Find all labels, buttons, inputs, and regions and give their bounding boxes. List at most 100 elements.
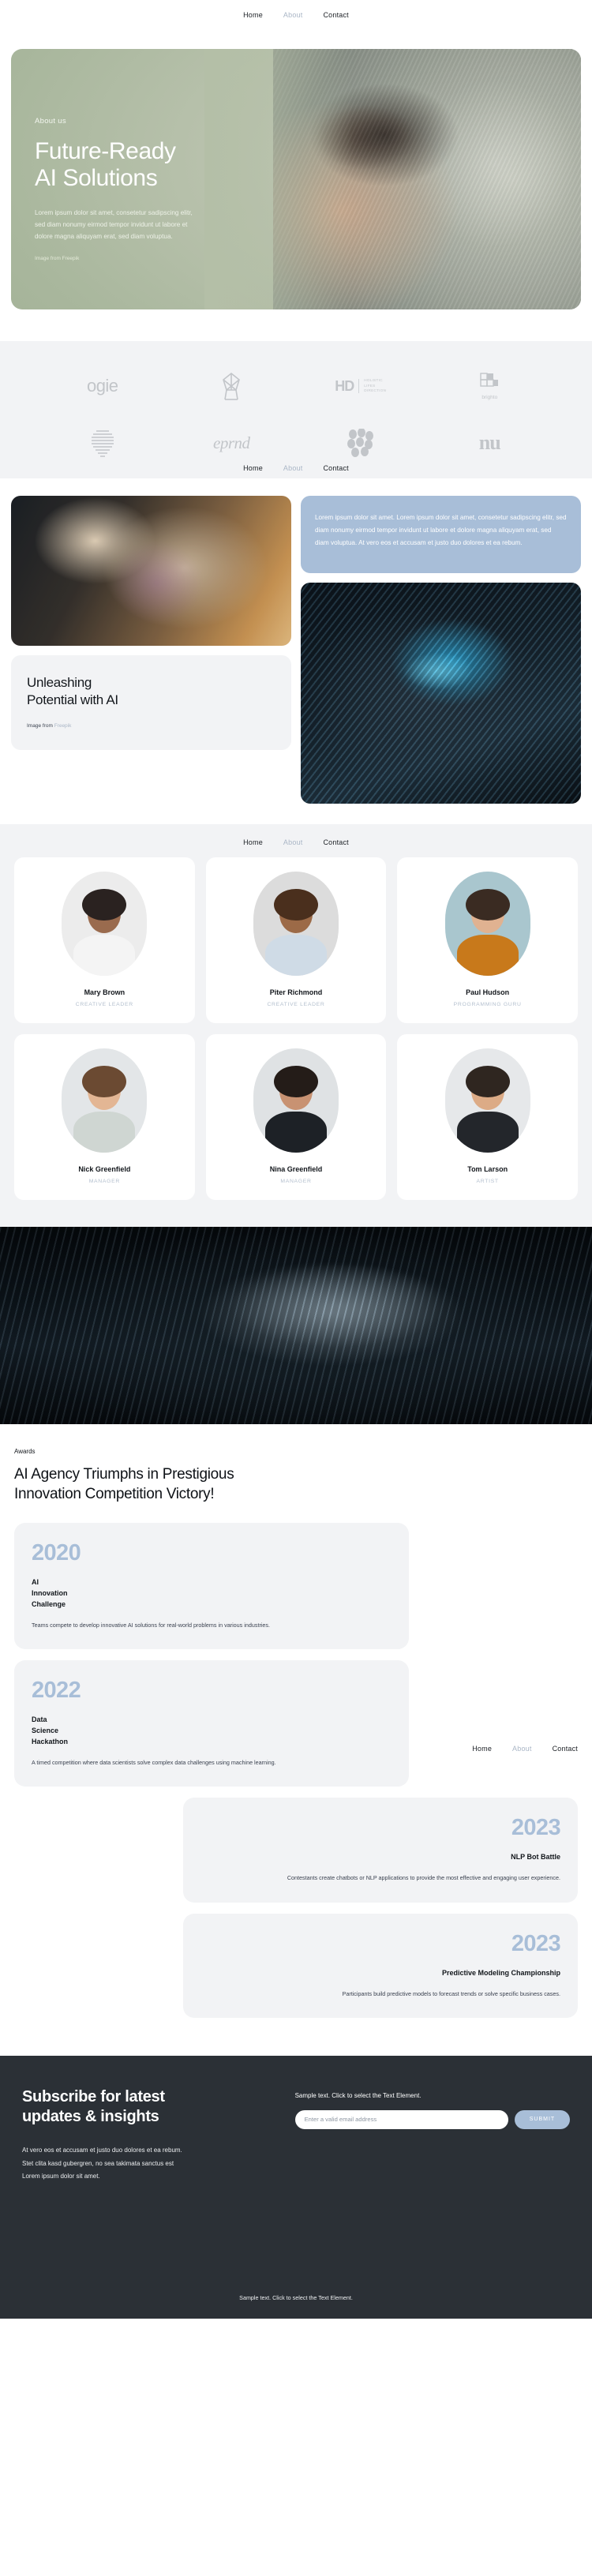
submit-button[interactable]: SUBMIT (515, 2109, 570, 2129)
logo-ogie-label: ogie (86, 376, 118, 396)
team-navigation: Home About Contact (0, 838, 592, 846)
award-description: Teams compete to develop innovative AI s… (32, 1621, 271, 1629)
nav-link-home[interactable]: Home (243, 11, 263, 19)
logo-flower-mark (215, 368, 247, 404)
awards-title: AI Agency Triumphs in Prestigious Innova… (14, 1464, 578, 1504)
award-description: A timed competition where data scientist… (32, 1759, 276, 1767)
footer-text-line-3: Lorem ipsum dolor sit amet. (22, 2173, 100, 2180)
hero-image-credit: Image from Freepik (35, 256, 80, 262)
navbar: Home About Contact (0, 838, 592, 846)
team-member-role: CREATIVE LEADER (267, 1002, 325, 1007)
team-member-role: CREATIVE LEADER (75, 1002, 133, 1007)
nav-link-home[interactable]: Home (472, 1745, 492, 1753)
team-member-card[interactable]: Nina Greenfield MANAGER (205, 1034, 387, 1200)
logo-ogie: ogie (87, 368, 118, 404)
nav-link-about[interactable]: About (512, 1745, 532, 1753)
nav-link-contact[interactable]: Contact (323, 464, 348, 472)
footer-title: Subscribe for latest updates & insights (22, 2087, 276, 2127)
team-member-role: ARTIST (476, 1179, 499, 1184)
showcase-text-card: Lorem ipsum dolor sit amet. Lorem ipsum … (301, 496, 581, 573)
award-card: 2022 Data Science Hackathon A timed comp… (14, 1660, 409, 1787)
avatar-body (73, 1112, 136, 1153)
logo-grid: ogie HD HOLISTIC LIFES DIRECTION brighto… (0, 368, 592, 461)
logo-hd-subtitle: HOLISTIC LIFES DIRECTION (364, 377, 387, 393)
avatar (62, 1048, 148, 1153)
nav-link-home[interactable]: Home (243, 838, 263, 846)
logo-cloud-section: ogie HD HOLISTIC LIFES DIRECTION brighto… (0, 341, 592, 478)
striped-circle-icon (91, 430, 114, 457)
unleashing-image-credit: Image from Freepik (27, 723, 275, 729)
logo-hd: HD HOLISTIC LIFES DIRECTION (335, 368, 386, 404)
logo-hd-divider (358, 379, 360, 393)
team-member-name: Mary Brown (84, 988, 126, 996)
team-grid: Mary Brown CREATIVE LEADER Piter Richmon… (14, 857, 578, 1200)
team-member-role: PROGRAMMING GURU (453, 1002, 522, 1007)
unleashing-title-line-2: Potential with AI (27, 692, 118, 708)
award-year: 2023 (511, 1930, 561, 1956)
avatar-hair (273, 1066, 318, 1097)
email-field[interactable] (294, 2109, 508, 2129)
awards-title-line-2: Innovation Competition Victory! (14, 1486, 215, 1503)
full-width-banner-image (0, 1227, 592, 1424)
hero-kicker: About us (35, 117, 66, 126)
hero-banner: About us Future-Ready AI Solutions Lorem… (11, 49, 581, 309)
navbar: Home About Contact (472, 1745, 578, 1753)
showcase-right-column: Lorem ipsum dolor sit amet. Lorem ipsum … (301, 496, 581, 804)
nav-link-contact[interactable]: Contact (553, 1745, 578, 1753)
team-member-name: Paul Hudson (466, 988, 510, 996)
avatar-body (264, 935, 327, 976)
nav-link-contact[interactable]: Contact (323, 11, 348, 19)
avatar (62, 872, 148, 976)
award-name: Predictive Modeling Championship (441, 1968, 560, 1977)
team-member-card[interactable]: Tom Larson ARTIST (397, 1034, 578, 1200)
hero-section: About us Future-Ready AI Solutions Lorem… (0, 32, 592, 309)
footer-right-column: Sample text. Click to select the Text El… (294, 2087, 570, 2184)
team-member-card[interactable]: Paul Hudson PROGRAMMING GURU (397, 857, 578, 1023)
navbar: Home About Contact (0, 464, 592, 472)
page-title: Future-Ready AI Solutions (35, 138, 232, 192)
avatar (444, 1048, 530, 1153)
award-year: 2023 (511, 1815, 561, 1841)
hero-title-line-1: Future-Ready (35, 138, 176, 164)
awards-section: Awards AI Agency Triumphs in Prestigious… (0, 1424, 592, 2056)
award-description: Participants build predictive models to … (342, 1989, 560, 1997)
nav-link-contact[interactable]: Contact (323, 838, 348, 846)
avatar-hair (465, 1066, 510, 1097)
top-navigation: Home About Contact (0, 0, 592, 32)
showcase-left-column: Unleashing Potential with AI Image from … (11, 496, 291, 804)
team-member-name: Nina Greenfield (269, 1165, 323, 1173)
footer-paragraph: At vero eos et accusam et justo duo dolo… (22, 2144, 276, 2183)
award-year: 2020 (32, 1540, 81, 1566)
subscribe-form: SUBMIT (294, 2109, 570, 2129)
unleashing-card: Unleashing Potential with AI Image from … (11, 655, 291, 750)
nav-link-about[interactable]: About (283, 11, 303, 19)
avatar (253, 872, 339, 976)
footer-subscribe-section: Subscribe for latest updates & insights … (0, 2055, 592, 2319)
team-member-card[interactable]: Mary Brown CREATIVE LEADER (14, 857, 195, 1023)
team-member-card[interactable]: Nick Greenfield MANAGER (14, 1034, 195, 1200)
flower-icon (223, 372, 241, 400)
footer-left-column: Subscribe for latest updates & insights … (22, 2087, 276, 2184)
team-member-name: Piter Richmond (269, 988, 323, 996)
nav-link-about[interactable]: About (283, 838, 303, 846)
logo-hd-label: HD (335, 377, 354, 394)
award-name: AI Innovation Challenge (32, 1578, 68, 1609)
team-section: Home About Contact Mary Brown CREATIVE L… (0, 824, 592, 1227)
logo-nu: nu (479, 425, 501, 461)
avatar-body (456, 1112, 519, 1153)
credit-link-freepik[interactable]: Freepik (54, 723, 72, 729)
nav-link-home[interactable]: Home (243, 464, 263, 472)
showcase-row: Unleashing Potential with AI Image from … (11, 496, 581, 804)
awards-kicker: Awards (14, 1448, 36, 1455)
logo-eprnd: eprnd (213, 425, 250, 461)
nav-link-about[interactable]: About (283, 464, 303, 472)
hero-title-line-2: AI Solutions (35, 165, 158, 192)
footer-text-line-1: At vero eos et accusam et justo duo dolo… (22, 2147, 182, 2154)
award-card: 2023 NLP Bot Battle Contestants create c… (183, 1798, 578, 1903)
avatar-body (73, 935, 136, 976)
credit-prefix: Image from (27, 723, 54, 729)
team-member-card[interactable]: Piter Richmond CREATIVE LEADER (205, 857, 387, 1023)
avatar (253, 1048, 339, 1153)
showcase-image-robot-blue (301, 583, 581, 804)
award-description: Contestants create chatbots or NLP appli… (287, 1874, 560, 1882)
